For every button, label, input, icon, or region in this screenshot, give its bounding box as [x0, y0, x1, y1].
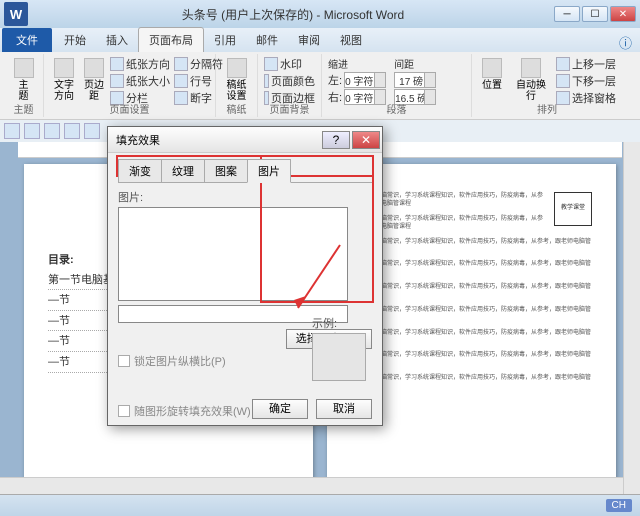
tab-gradient[interactable]: 渐变 [118, 159, 162, 183]
tab-pattern[interactable]: 图案 [204, 159, 248, 183]
group-label-page-setup: 页面设置 [44, 101, 215, 116]
bring-forward-icon [556, 57, 570, 71]
horizontal-scrollbar[interactable] [0, 477, 623, 494]
dialog-close-button[interactable]: ✕ [352, 131, 380, 149]
group-label-arrange: 排列 [472, 101, 622, 116]
ok-button[interactable]: 确定 [252, 399, 308, 419]
fill-effects-dialog: 填充效果 ? ✕ 渐变 纹理 图案 图片 图片: 选择图片(L)... 锁定图片… [107, 126, 383, 426]
body-text: 多层讲解电脑常识，学习系统课程知识，软件应用技巧，防疫病毒，从参考，跟老师电脑管… [351, 260, 592, 277]
body-text: 多层讲解电脑常识，学习系统课程知识，软件应用技巧，防疫病毒，从参考，跟老师电脑管… [351, 283, 592, 300]
breaks-icon [174, 57, 188, 71]
tab-insert[interactable]: 插入 [96, 28, 138, 52]
qat-icon-1[interactable] [4, 123, 20, 139]
size-icon [110, 74, 124, 88]
orientation-button[interactable]: 纸张方向 [110, 56, 170, 72]
qat-icon-5[interactable] [84, 123, 100, 139]
line-numbers-icon [174, 74, 188, 88]
sample-label: 示例: [312, 315, 368, 331]
position-icon [482, 58, 502, 78]
watermark-icon [264, 57, 278, 71]
tab-picture[interactable]: 图片 [247, 159, 291, 183]
body-text: 多层讲解电脑常识，学习系统课程知识，软件应用技巧，防疫病毒，从参考，跟老师电脑管… [351, 351, 592, 368]
group-label-theme: 主题 [4, 101, 43, 116]
wrap-text-button[interactable]: 自动换行 [508, 56, 554, 107]
stamp-graphic: 教学课堂 [554, 192, 592, 226]
window-title: 头条号 (用户上次保存的) - Microsoft Word [32, 6, 554, 23]
position-button[interactable]: 位置 [478, 56, 506, 107]
body-text: 多层讲解电脑常识，学习系统课程知识，软件应用技巧，防疫病毒，从参考，跟老师电脑管… [351, 329, 592, 346]
tab-home[interactable]: 开始 [54, 28, 96, 52]
qat-icon-2[interactable] [24, 123, 40, 139]
ribbon: 主题 主题 文字方向 页边距 纸张方向 纸张大小 分栏 分隔符 行号 断字 页面… [0, 52, 640, 120]
dialog-help-button[interactable]: ? [322, 131, 350, 149]
group-label-page-bg: 页面背景 [258, 101, 321, 116]
manuscript-button[interactable]: 稿纸设置 [222, 56, 251, 104]
sample-preview [312, 333, 366, 381]
picture-preview [118, 207, 348, 301]
help-icon[interactable]: ⓘ [619, 33, 632, 52]
checkbox-icon [118, 355, 130, 367]
language-indicator[interactable]: CH [606, 499, 632, 512]
send-backward-icon [556, 74, 570, 88]
size-button[interactable]: 纸张大小 [110, 73, 170, 89]
body-text: 多层讲解电脑常识，学习系统课程知识，软件应用技巧，防疫病毒，从参考，跟老师电脑管… [351, 306, 592, 323]
dialog-title: 填充效果 [116, 132, 160, 148]
send-backward-button[interactable]: 下移一层 [556, 73, 616, 89]
word-app-icon: W [4, 2, 28, 26]
file-tab[interactable]: 文件 [2, 28, 52, 52]
picture-section-label: 图片: [118, 189, 372, 205]
cancel-button[interactable]: 取消 [316, 399, 372, 419]
checkbox-icon [118, 405, 130, 417]
spacing-header: 间距 [394, 56, 436, 71]
body-text: 多层讲解电脑常识，学习系统课程知识，软件应用技巧，防疫病毒，从参考，跟老师电脑管… [351, 374, 592, 391]
indent-header: 缩进 [328, 56, 386, 71]
status-bar: CH [0, 494, 640, 516]
bring-forward-button[interactable]: 上移一层 [556, 56, 616, 72]
body-text: 多层讲解电脑常识，学习系统课程知识，软件应用技巧，防疫病毒，从参考，跟老师电脑管… [351, 238, 592, 255]
manuscript-icon [227, 58, 247, 78]
tab-view[interactable]: 视图 [330, 28, 372, 52]
themes-button[interactable]: 主题 [10, 56, 37, 104]
tab-page-layout[interactable]: 页面布局 [138, 27, 204, 52]
group-label-manuscript: 稿纸 [216, 101, 257, 116]
group-label-paragraph: 段落 [322, 101, 471, 116]
tab-review[interactable]: 审阅 [288, 28, 330, 52]
wrap-icon [521, 58, 541, 78]
indent-left-input[interactable]: 0 字符 [344, 72, 386, 88]
page-color-icon [264, 74, 269, 88]
tab-texture[interactable]: 纹理 [161, 159, 205, 183]
vertical-scrollbar[interactable] [623, 142, 640, 494]
margins-button[interactable]: 页边距 [80, 56, 108, 107]
margins-icon [84, 58, 104, 78]
page-color-button[interactable]: 页面颜色 [264, 73, 315, 89]
maximize-button[interactable]: ☐ [582, 6, 608, 22]
close-button[interactable]: ✕ [610, 6, 636, 22]
text-direction-icon [54, 58, 74, 78]
minimize-button[interactable]: ─ [554, 6, 580, 22]
watermark-button[interactable]: 水印 [264, 56, 315, 72]
tab-references[interactable]: 引用 [204, 28, 246, 52]
text-direction-button[interactable]: 文字方向 [50, 56, 78, 107]
tab-mailings[interactable]: 邮件 [246, 28, 288, 52]
themes-icon [14, 58, 34, 78]
spacing-before-input[interactable]: 17 磅 [394, 72, 436, 88]
qat-icon-3[interactable] [44, 123, 60, 139]
qat-icon-4[interactable] [64, 123, 80, 139]
orientation-icon [110, 57, 124, 71]
